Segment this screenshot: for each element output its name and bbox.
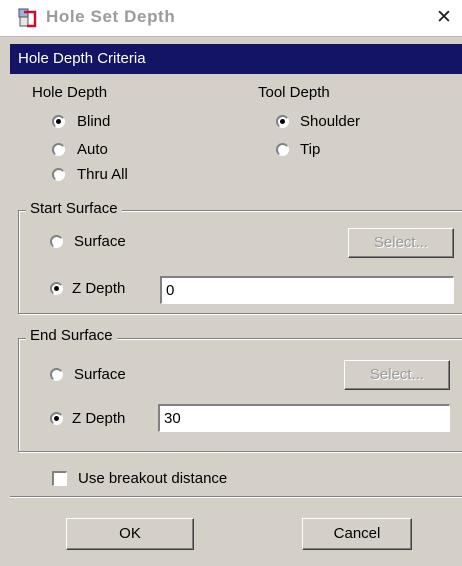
start-surface-zdepth-input[interactable] (160, 276, 454, 304)
divider (10, 496, 462, 498)
breakout-checkbox[interactable] (52, 471, 67, 486)
section-header-title: Hole Depth Criteria (18, 50, 146, 67)
option-label: Tip (300, 141, 321, 158)
start-surface-select-button[interactable]: Select... (348, 228, 454, 258)
ok-button[interactable]: OK (66, 518, 194, 550)
end-surface-legend: End Surface (26, 327, 117, 344)
radio-button[interactable] (276, 143, 289, 156)
option-label: Surface (74, 233, 126, 250)
end-surface-select-button[interactable]: Select... (344, 360, 450, 390)
option-label: Shoulder (300, 113, 361, 130)
window-title: Hole Set Depth (46, 7, 176, 26)
option-label: Z Depth (72, 280, 126, 297)
start-surface-legend: Start Surface (26, 200, 122, 217)
radio-button[interactable] (50, 282, 63, 295)
hole-tool-icon (18, 8, 37, 28)
tool-depth-label: Tool Depth (258, 84, 330, 101)
radio-button[interactable] (50, 412, 63, 425)
radio-button[interactable] (52, 143, 65, 156)
radio-button[interactable] (50, 235, 63, 248)
radio-button[interactable] (52, 168, 65, 181)
cancel-button[interactable]: Cancel (302, 518, 412, 550)
breakout-label: Use breakout distance (78, 470, 228, 487)
radio-button[interactable] (276, 115, 289, 128)
section-header: Hole Depth Criteria (10, 44, 462, 74)
option-label: Blind (77, 113, 111, 130)
option-label: Thru All (77, 166, 128, 183)
radio-button[interactable] (50, 368, 63, 381)
radio-button[interactable] (52, 115, 65, 128)
end-surface-group (18, 338, 462, 452)
close-icon[interactable]: ✕ (432, 6, 456, 30)
title-bar: Hole Set Depth ✕ (0, 0, 462, 37)
end-surface-zdepth-input[interactable] (158, 404, 450, 432)
hole-depth-label: Hole Depth (32, 84, 108, 101)
option-label: Z Depth (72, 410, 126, 427)
option-label: Surface (74, 366, 126, 383)
option-label: Auto (77, 141, 108, 158)
